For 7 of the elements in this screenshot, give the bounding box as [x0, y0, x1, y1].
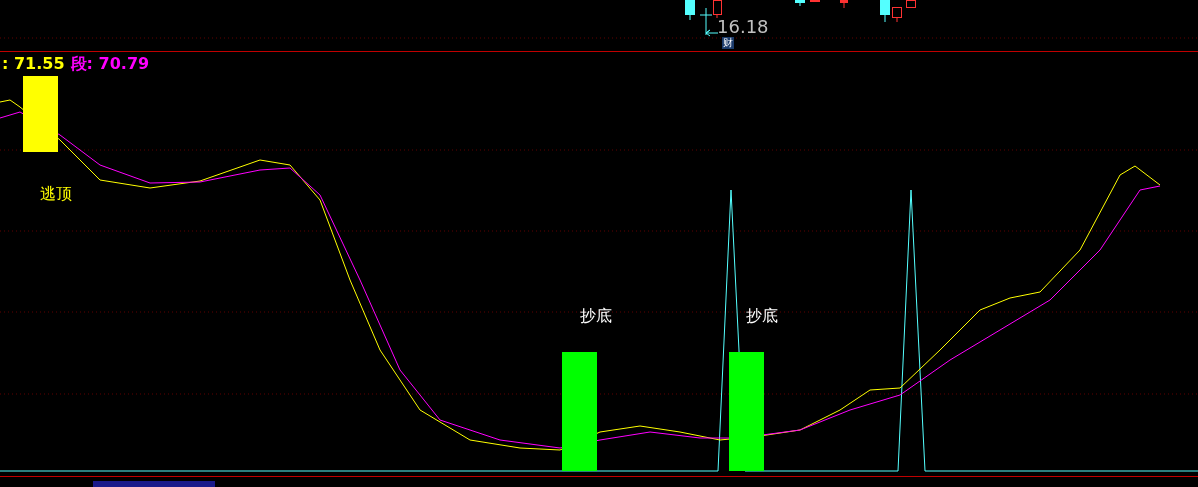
signal-label: 抄底: [580, 306, 612, 326]
event-tag: 财: [722, 37, 734, 49]
legend-value: 段: 70.79: [70, 54, 150, 74]
signal-label: 逃顶: [40, 184, 72, 204]
signal-label: 抄底: [746, 306, 778, 326]
price-label: 16.18: [717, 17, 769, 37]
legend-value: : 71.55: [2, 54, 65, 74]
